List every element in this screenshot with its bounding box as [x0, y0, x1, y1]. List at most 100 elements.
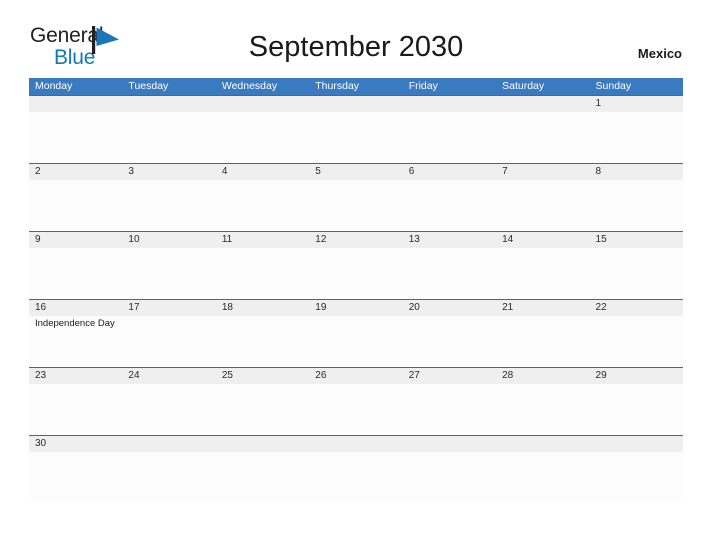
day-number[interactable]	[496, 436, 589, 452]
day-event	[216, 384, 309, 435]
day-event	[403, 316, 496, 367]
day-event	[496, 316, 589, 367]
day-event	[403, 248, 496, 299]
day-number[interactable]: 22	[590, 300, 683, 316]
calendar-week-row: 16 17 18 19 20 21 22 Independence Day	[29, 299, 683, 367]
day-number[interactable]: 21	[496, 300, 589, 316]
day-number[interactable]: 4	[216, 164, 309, 180]
day-event	[496, 180, 589, 231]
day-event-band	[29, 248, 683, 299]
day-number[interactable]	[122, 436, 215, 452]
day-number[interactable]	[29, 96, 122, 112]
day-event	[403, 384, 496, 435]
day-number[interactable]: 10	[122, 232, 215, 248]
day-event	[496, 384, 589, 435]
day-event	[403, 452, 496, 503]
weekday-header-monday: Monday	[35, 80, 73, 92]
page-header: General Blue September 2030 Mexico	[0, 0, 712, 68]
day-number[interactable]: 19	[309, 300, 402, 316]
day-number-band: 23 24 25 26 27 28 29	[29, 368, 683, 384]
day-number[interactable]: 2	[29, 164, 122, 180]
calendar-week-row: 9 10 11 12 13 14 15	[29, 231, 683, 299]
day-event	[590, 316, 683, 367]
calendar-week-row: 23 24 25 26 27 28 29	[29, 367, 683, 435]
day-number[interactable]: 15	[590, 232, 683, 248]
day-number[interactable]: 7	[496, 164, 589, 180]
calendar-week-row: 2 3 4 5 6 7 8	[29, 163, 683, 231]
day-number[interactable]	[403, 96, 496, 112]
day-number[interactable]: 8	[590, 164, 683, 180]
day-number[interactable]	[496, 96, 589, 112]
day-event-band: Independence Day	[29, 316, 683, 367]
day-event	[29, 180, 122, 231]
day-number[interactable]: 18	[216, 300, 309, 316]
weekday-header-thursday: Thursday	[315, 80, 360, 92]
weekday-header-saturday: Saturday	[502, 80, 545, 92]
day-event	[590, 452, 683, 503]
day-event	[216, 316, 309, 367]
day-number[interactable]: 16	[29, 300, 122, 316]
day-number[interactable]: 25	[216, 368, 309, 384]
weekday-header-tuesday: Tuesday	[128, 80, 169, 92]
day-number[interactable]	[216, 96, 309, 112]
day-event	[309, 112, 402, 163]
weekday-header-row: Monday Tuesday Wednesday Thursday Friday…	[29, 78, 683, 95]
day-event	[29, 248, 122, 299]
day-number[interactable]: 23	[29, 368, 122, 384]
day-number[interactable]	[216, 436, 309, 452]
weekday-header-friday: Friday	[408, 80, 438, 92]
weekday-header-wednesday: Wednesday	[221, 80, 278, 92]
day-event	[29, 384, 122, 435]
day-event	[122, 112, 215, 163]
day-number-band: 30	[29, 436, 683, 452]
calendar-region-label: Mexico	[637, 46, 682, 61]
day-event-band	[29, 112, 683, 163]
day-number[interactable]: 27	[403, 368, 496, 384]
day-event-band	[29, 452, 683, 503]
day-event	[122, 452, 215, 503]
day-event-holiday: Independence Day	[35, 318, 115, 329]
day-number[interactable]: 5	[309, 164, 402, 180]
day-number[interactable]: 12	[309, 232, 402, 248]
day-event	[590, 384, 683, 435]
day-number[interactable]	[309, 96, 402, 112]
day-event	[122, 384, 215, 435]
day-number[interactable]: 20	[403, 300, 496, 316]
day-event	[29, 452, 122, 503]
day-number[interactable]: 11	[216, 232, 309, 248]
day-event	[216, 452, 309, 503]
day-number[interactable]: 28	[496, 368, 589, 384]
day-number[interactable]: 29	[590, 368, 683, 384]
day-number[interactable]: 3	[122, 164, 215, 180]
day-event	[216, 180, 309, 231]
day-number[interactable]: 26	[309, 368, 402, 384]
day-event	[216, 248, 309, 299]
day-event	[122, 248, 215, 299]
day-number[interactable]: 6	[403, 164, 496, 180]
day-event	[309, 180, 402, 231]
day-number[interactable]: 9	[29, 232, 122, 248]
day-event	[309, 452, 402, 503]
day-number[interactable]	[403, 436, 496, 452]
day-number[interactable]: 1	[590, 96, 683, 112]
day-event	[590, 180, 683, 231]
day-event	[309, 248, 402, 299]
day-event	[216, 112, 309, 163]
day-event	[309, 384, 402, 435]
day-event	[590, 112, 683, 163]
day-event	[29, 112, 122, 163]
day-number[interactable]	[122, 96, 215, 112]
day-event	[122, 316, 215, 367]
day-number[interactable]	[309, 436, 402, 452]
calendar-week-row: 30	[29, 435, 683, 503]
day-number[interactable]: 14	[496, 232, 589, 248]
day-number[interactable]: 17	[122, 300, 215, 316]
day-event	[309, 316, 402, 367]
day-number[interactable]: 30	[29, 436, 122, 452]
day-event-band	[29, 180, 683, 231]
day-number[interactable]	[590, 436, 683, 452]
day-event	[496, 452, 589, 503]
day-number[interactable]: 13	[403, 232, 496, 248]
day-number[interactable]: 24	[122, 368, 215, 384]
day-event	[496, 248, 589, 299]
